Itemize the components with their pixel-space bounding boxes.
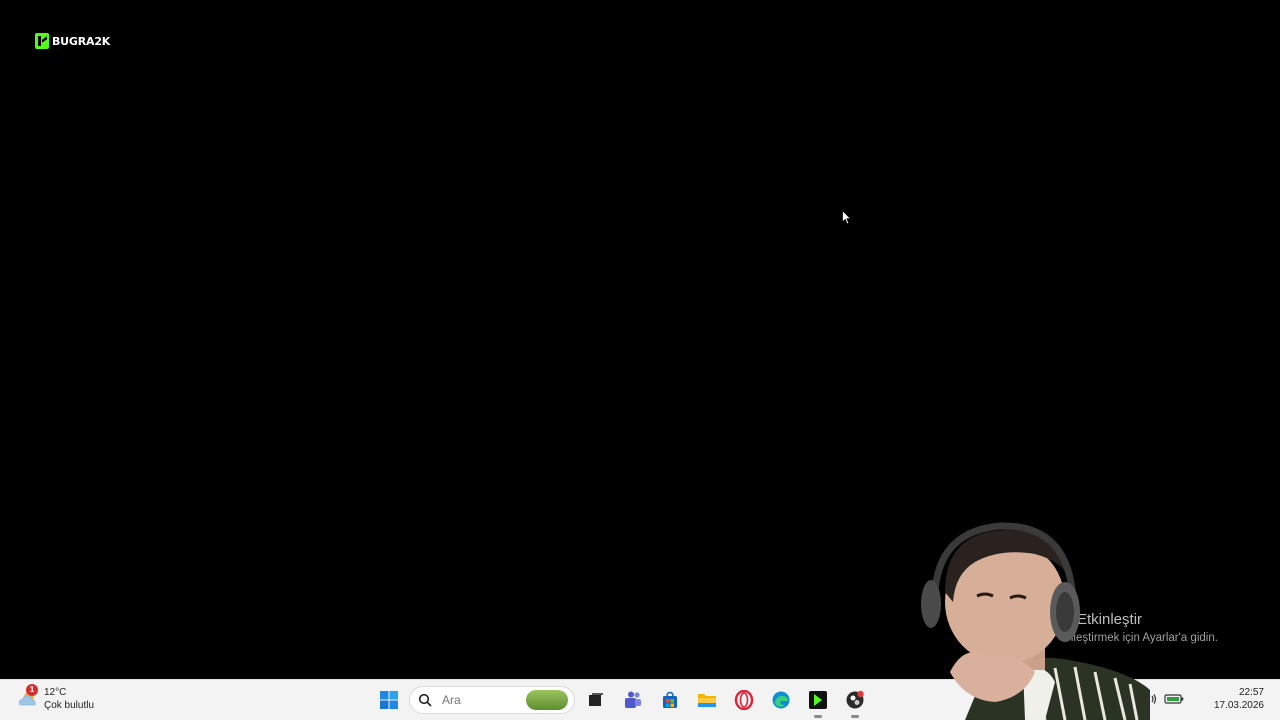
windows-icon <box>379 691 398 709</box>
store-icon <box>662 691 677 708</box>
start-button[interactable] <box>370 684 407 716</box>
cloud-icon: 1 <box>16 684 38 710</box>
weather-widget[interactable]: 1 12°C Çok bulutlu <box>16 684 95 712</box>
mouse-cursor-icon <box>842 210 852 225</box>
clock-date: 17.03.2026 <box>1213 700 1264 711</box>
search-input[interactable] <box>440 692 524 708</box>
weather-condition: Çok bulutlu <box>44 700 95 711</box>
stream-logo-text: BUGRA2K <box>52 34 111 48</box>
taskbar-search[interactable] <box>409 686 575 714</box>
search-highlight-image <box>526 690 568 710</box>
store-button[interactable] <box>651 684 688 716</box>
weather-temperature: 12°C <box>44 687 67 698</box>
teams-button[interactable] <box>614 684 651 716</box>
taskbar-apps <box>370 684 873 718</box>
edge-button[interactable] <box>762 684 799 716</box>
clock-time: 22:57 <box>1238 687 1264 698</box>
teams-icon <box>624 691 641 708</box>
kick-logo-icon <box>35 33 49 49</box>
search-icon <box>418 693 432 707</box>
file-explorer-button[interactable] <box>688 684 725 716</box>
taskbar-clock[interactable]: 22:57 17.03.2026 <box>1214 686 1264 712</box>
obs-button[interactable] <box>836 684 873 718</box>
webcam-overlay <box>921 522 1150 720</box>
folder-icon <box>697 694 716 707</box>
edge-icon <box>772 691 789 709</box>
kick-studio-button[interactable] <box>799 684 836 718</box>
kick-icon <box>808 691 827 709</box>
stream-logo: BUGRA2K <box>35 33 110 49</box>
opera-button[interactable] <box>725 684 762 716</box>
task-view-icon <box>588 693 603 706</box>
task-view-button[interactable] <box>577 684 614 716</box>
notification-badge: 1 <box>26 684 38 696</box>
opera-icon <box>734 690 753 710</box>
battery-icon[interactable] <box>1164 693 1184 705</box>
obs-icon <box>846 690 864 709</box>
